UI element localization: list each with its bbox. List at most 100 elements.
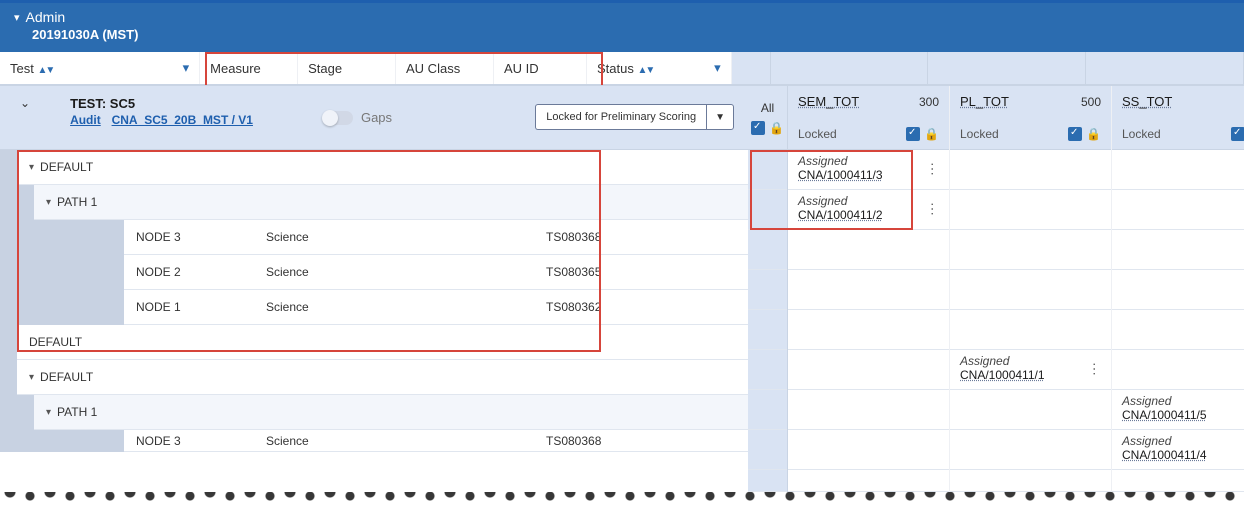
admin-toggle[interactable]: ▾ Admin [14, 9, 1230, 25]
all-column: All 🔒 [748, 86, 788, 492]
node-2-row[interactable]: NODE 2 Science TS080365 [124, 255, 748, 290]
assigned-value[interactable]: CNA/1000411/3 [798, 168, 939, 182]
sem-cell-path1[interactable]: Assigned CNA/1000411/2 ⋯ [788, 190, 949, 230]
ss-cell-path2[interactable]: Assigned CNA/1000411/4 ⋯ [1112, 430, 1244, 470]
assigned-label: Assigned [798, 194, 939, 208]
col-ss-header [1086, 52, 1244, 84]
score-col-status: Locked [1122, 127, 1161, 141]
filter-icon[interactable]: ▾ [714, 60, 721, 76]
admin-bar: ▾ Admin 20191030A (MST) [0, 3, 1244, 52]
node-measure: Science [266, 300, 546, 314]
sem-cell-default1[interactable]: Assigned CNA/1000411/3 ⋯ [788, 150, 949, 190]
indent-bar [34, 290, 124, 325]
test-header-row: ⌄ TEST: SC5 Audit CNA_SC5_20B_MST / V1 G… [0, 86, 748, 150]
pl-tot-header: PL_TOT 500 Locked 🔒 [950, 86, 1111, 150]
chevron-down-icon[interactable]: ▾ [29, 162, 34, 173]
indent-bar [0, 255, 17, 290]
cell [1112, 270, 1244, 310]
col-auclass-header[interactable]: AU Class [396, 52, 494, 84]
default-row-3[interactable]: ▾ DEFAULT [17, 360, 748, 395]
body-area: ⌄ TEST: SC5 Audit CNA_SC5_20B_MST / V1 G… [0, 85, 1244, 492]
audit-link[interactable]: Audit [70, 113, 101, 127]
lock-icon: 🔒 [769, 121, 784, 135]
group-path-2: ▾ PATH 1 [0, 395, 748, 430]
ss-lock-checkbox[interactable] [1231, 127, 1244, 141]
dropdown-icon[interactable]: ▼ [706, 104, 734, 130]
cell [1112, 230, 1244, 270]
assigned-label: Assigned [1122, 434, 1244, 448]
sem-lock-checkbox[interactable] [906, 127, 920, 141]
cell [1112, 350, 1244, 390]
collapse-test-button[interactable]: ⌄ [20, 96, 30, 110]
kebab-icon[interactable]: ⋯ [1086, 362, 1103, 375]
filter-icon[interactable]: ▾ [183, 60, 190, 76]
cell [748, 150, 787, 190]
pl-cell-default2[interactable]: Assigned CNA/1000411/1 ⋯ [950, 350, 1111, 390]
node-3-row[interactable]: NODE 3 Science TS080368 [124, 220, 748, 255]
cell [950, 470, 1111, 492]
cell [788, 430, 949, 470]
col-auid-header[interactable]: AU ID [494, 52, 587, 84]
cell [788, 350, 949, 390]
assigned-value[interactable]: CNA/1000411/4 [1122, 448, 1244, 462]
cell [748, 390, 787, 430]
torn-edge-decoration [0, 492, 1244, 510]
indent-bar [34, 220, 124, 255]
scoring-status-select[interactable]: Locked for Preliminary Scoring ▼ [535, 104, 734, 130]
col-status-header[interactable]: Status ▲▼ ▾ [587, 52, 732, 84]
node-1-row[interactable]: NODE 1 Science TS080362 [124, 290, 748, 325]
cell [748, 230, 787, 270]
cell [950, 310, 1111, 350]
node-name: NODE 1 [136, 300, 266, 314]
score-col-name[interactable]: SEM_TOT [798, 94, 859, 109]
score-col-status: Locked [960, 127, 999, 141]
col-stage-header[interactable]: Stage [298, 52, 396, 84]
kebab-icon[interactable]: ⋯ [924, 202, 941, 215]
left-pane: ⌄ TEST: SC5 Audit CNA_SC5_20B_MST / V1 G… [0, 86, 748, 492]
all-checkbox[interactable] [751, 121, 765, 135]
cell [748, 470, 787, 492]
path-row-2[interactable]: ▾ PATH 1 [34, 395, 748, 430]
sem-tot-header: SEM_TOT 300 Locked 🔒 [788, 86, 949, 150]
default-row-1[interactable]: ▾ DEFAULT [17, 150, 748, 185]
indent-bar [0, 185, 17, 220]
all-label: All [761, 101, 774, 115]
indent-bar [17, 290, 34, 325]
kebab-icon[interactable]: ⋯ [924, 162, 941, 175]
assigned-value[interactable]: CNA/1000411/2 [798, 208, 939, 222]
lock-icon: 🔒 [924, 127, 939, 141]
col-measure-header[interactable]: Measure [200, 52, 298, 84]
ss-cell-default3[interactable]: Assigned CNA/1000411/5 ⋯ [1112, 390, 1244, 430]
cell [788, 270, 949, 310]
assigned-value[interactable]: CNA/1000411/1 [960, 368, 1101, 382]
chevron-down-icon[interactable]: ▾ [29, 372, 34, 383]
sort-icon[interactable]: ▲▼ [37, 65, 53, 76]
gaps-label: Gaps [361, 110, 392, 125]
cell [950, 190, 1111, 230]
cell [1112, 470, 1244, 492]
default-row-2[interactable]: DEFAULT [17, 325, 748, 360]
indent-bar [0, 360, 17, 395]
default-label: DEFAULT [40, 370, 93, 384]
score-col-status: Locked [798, 127, 837, 141]
cell [748, 430, 787, 470]
col-test-header[interactable]: Test ▲▼ ▾ [0, 52, 200, 84]
cell [950, 230, 1111, 270]
node-measure: Science [266, 434, 546, 448]
all-check-lock: 🔒 [751, 121, 784, 135]
group-default-3: ▾ DEFAULT [0, 360, 748, 395]
test-version-link[interactable]: CNA_SC5_20B_MST / V1 [112, 113, 253, 127]
chevron-down-icon[interactable]: ▾ [46, 197, 51, 208]
score-col-name[interactable]: PL_TOT [960, 94, 1009, 109]
gaps-toggle[interactable] [323, 111, 353, 125]
pl-lock-checkbox[interactable] [1068, 127, 1082, 141]
node-3b-row[interactable]: NODE 3 Science TS080368 [124, 430, 748, 452]
chevron-down-icon[interactable]: ▾ [46, 407, 51, 418]
indent-bar [0, 150, 17, 185]
sort-icon[interactable]: ▲▼ [637, 65, 653, 76]
col-status-label: Status [597, 61, 634, 76]
path-row-1[interactable]: ▾ PATH 1 [34, 185, 748, 220]
assigned-value[interactable]: CNA/1000411/5 [1122, 408, 1244, 422]
cell [950, 270, 1111, 310]
score-col-name[interactable]: SS_TOT [1122, 94, 1172, 109]
